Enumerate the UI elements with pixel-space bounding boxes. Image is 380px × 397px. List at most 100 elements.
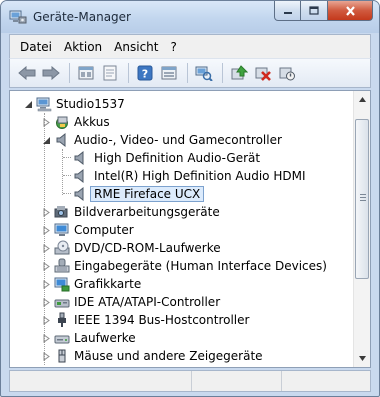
expand-triangle-icon[interactable] [42, 262, 51, 271]
menu-ansicht[interactable]: Ansicht [108, 40, 164, 54]
expand-triangle-icon[interactable] [42, 352, 51, 361]
tree-item-audio-video-game[interactable]: Audio-, Video- und Gamecontroller [10, 131, 353, 149]
tree-label: Computer [74, 223, 134, 237]
maximize-icon [309, 6, 319, 15]
collapse-triangle-icon[interactable] [42, 136, 51, 145]
dvd-drive-icon [54, 240, 70, 255]
expand-triangle-icon[interactable] [42, 244, 51, 253]
computer-icon [36, 97, 52, 112]
device-manager-window: Geräte-Manager Datei Aktion Ansicht ? ? … [0, 0, 380, 397]
properties-view-icon [78, 66, 94, 80]
svg-text:?: ? [142, 68, 148, 81]
uninstall-button[interactable] [252, 62, 274, 84]
tree-item-hid[interactable]: Eingabegeräte (Human Interface Devices) [10, 257, 353, 275]
scrollbar-grip [360, 194, 366, 195]
expand-triangle-icon[interactable] [42, 298, 51, 307]
device-tree: Studio1537 Akkus Audio-, Video- und Game… [10, 95, 353, 365]
menu-help[interactable]: ? [164, 40, 182, 54]
expand-triangle-icon[interactable] [42, 334, 51, 343]
document-icon [103, 65, 117, 81]
toolbar-separator [128, 63, 129, 83]
back-arrow-icon [18, 66, 36, 80]
scan-hardware-icon [195, 66, 213, 81]
tree-item-hd-audio[interactable]: High Definition Audio-Gerät [10, 149, 353, 167]
tree-label: Eingabegeräte (Human Interface Devices) [74, 259, 327, 273]
properties-view-button[interactable] [75, 62, 97, 84]
help-icon: ? [137, 65, 153, 81]
update-driver-icon [231, 65, 248, 80]
expand-triangle-icon[interactable] [42, 208, 51, 217]
help-button[interactable]: ? [134, 62, 156, 84]
toolbar-separator [187, 63, 188, 83]
status-bar [9, 370, 371, 392]
tree-label: High Definition Audio-Gerät [94, 151, 261, 165]
tree-item-ide-controller[interactable]: IDE ATA/ATAPI-Controller [10, 293, 353, 311]
device-tree-panel[interactable]: Studio1537 Akkus Audio-, Video- und Game… [9, 90, 371, 368]
tree-item-ieee1394[interactable]: IEEE 1394 Bus-Hostcontroller [10, 311, 353, 329]
tree-item-display-adapter[interactable]: Grafikkarte [10, 275, 353, 293]
close-button[interactable] [328, 1, 373, 21]
tree-label: Audio-, Video- und Gamecontroller [74, 133, 282, 147]
tree-label: Grafikkarte [74, 277, 142, 291]
speaker-icon [56, 132, 66, 148]
minimize-icon [283, 11, 292, 14]
status-pane [192, 371, 282, 391]
maximize-button[interactable] [301, 1, 328, 21]
tree-label-selected: RME Fireface UCX [90, 186, 205, 202]
tree-label: DVD/CD-ROM-Laufwerke [74, 241, 221, 255]
expand-triangle-icon[interactable] [42, 280, 51, 289]
tree-item-intel-hdmi[interactable]: Intel(R) High Definition Audio HDMI [10, 167, 353, 185]
tree-label: IEEE 1394 Bus-Hostcontroller [74, 313, 250, 327]
tree-item-mice[interactable]: Mäuse und andere Zeigegeräte [10, 347, 353, 365]
expand-triangle-icon[interactable] [42, 316, 51, 325]
tree-label: Bildverarbeitungsgeräte [74, 205, 220, 219]
status-pane [10, 371, 192, 391]
menu-aktion[interactable]: Aktion [58, 40, 108, 54]
scan-hardware-button[interactable] [193, 62, 215, 84]
hid-icon [54, 258, 70, 273]
firewire-icon [58, 312, 66, 327]
scroll-down-button[interactable] [354, 350, 370, 367]
camera-icon [54, 206, 68, 218]
close-icon [345, 5, 355, 16]
document-button[interactable] [99, 62, 121, 84]
minimize-button[interactable] [274, 1, 301, 21]
vertical-scrollbar[interactable] [353, 91, 370, 367]
expand-triangle-icon[interactable] [42, 118, 51, 127]
display-adapter-icon [54, 277, 70, 292]
tree-item-rme-fireface[interactable]: RME Fireface UCX [10, 185, 353, 203]
tree-label: Laufwerke [74, 331, 136, 345]
tree-item-imaging[interactable]: Bildverarbeitungsgeräte [10, 203, 353, 221]
toolbar: ? [9, 58, 371, 88]
disable-device-button[interactable] [276, 62, 298, 84]
device-manager-icon [9, 10, 27, 24]
speaker-icon [74, 186, 84, 202]
disable-device-icon [279, 67, 295, 81]
show-hidden-icon [161, 66, 177, 80]
tree-item-dvd-cdrom[interactable]: DVD/CD-ROM-Laufwerke [10, 239, 353, 257]
scroll-down-icon [358, 356, 366, 361]
collapse-triangle-icon[interactable] [24, 100, 33, 109]
tree-item-computer[interactable]: Computer [10, 221, 353, 239]
back-button[interactable] [16, 62, 38, 84]
expand-triangle-icon[interactable] [42, 226, 51, 235]
tree-label: Mäuse und andere Zeigegeräte [74, 349, 263, 363]
scroll-up-button[interactable] [354, 91, 370, 108]
show-hidden-button[interactable] [158, 62, 180, 84]
update-driver-button[interactable] [228, 62, 250, 84]
tree-label: Akkus [74, 115, 110, 129]
scrollbar-grip [360, 200, 366, 201]
tree-item-disk-drives[interactable]: Laufwerke [10, 329, 353, 347]
toolbar-separator [222, 63, 223, 83]
tree-root-studio1537[interactable]: Studio1537 [10, 95, 353, 113]
tree-item-akkus[interactable]: Akkus [10, 113, 353, 131]
title-bar[interactable]: Geräte-Manager [1, 1, 379, 33]
forward-arrow-icon [42, 66, 60, 80]
menu-datei[interactable]: Datei [14, 40, 58, 54]
scrollbar-grip [360, 197, 366, 198]
scrollbar-thumb[interactable] [355, 119, 369, 279]
forward-button[interactable] [40, 62, 62, 84]
status-pane [282, 371, 370, 391]
mouse-icon [58, 349, 66, 363]
uninstall-icon [255, 67, 271, 81]
